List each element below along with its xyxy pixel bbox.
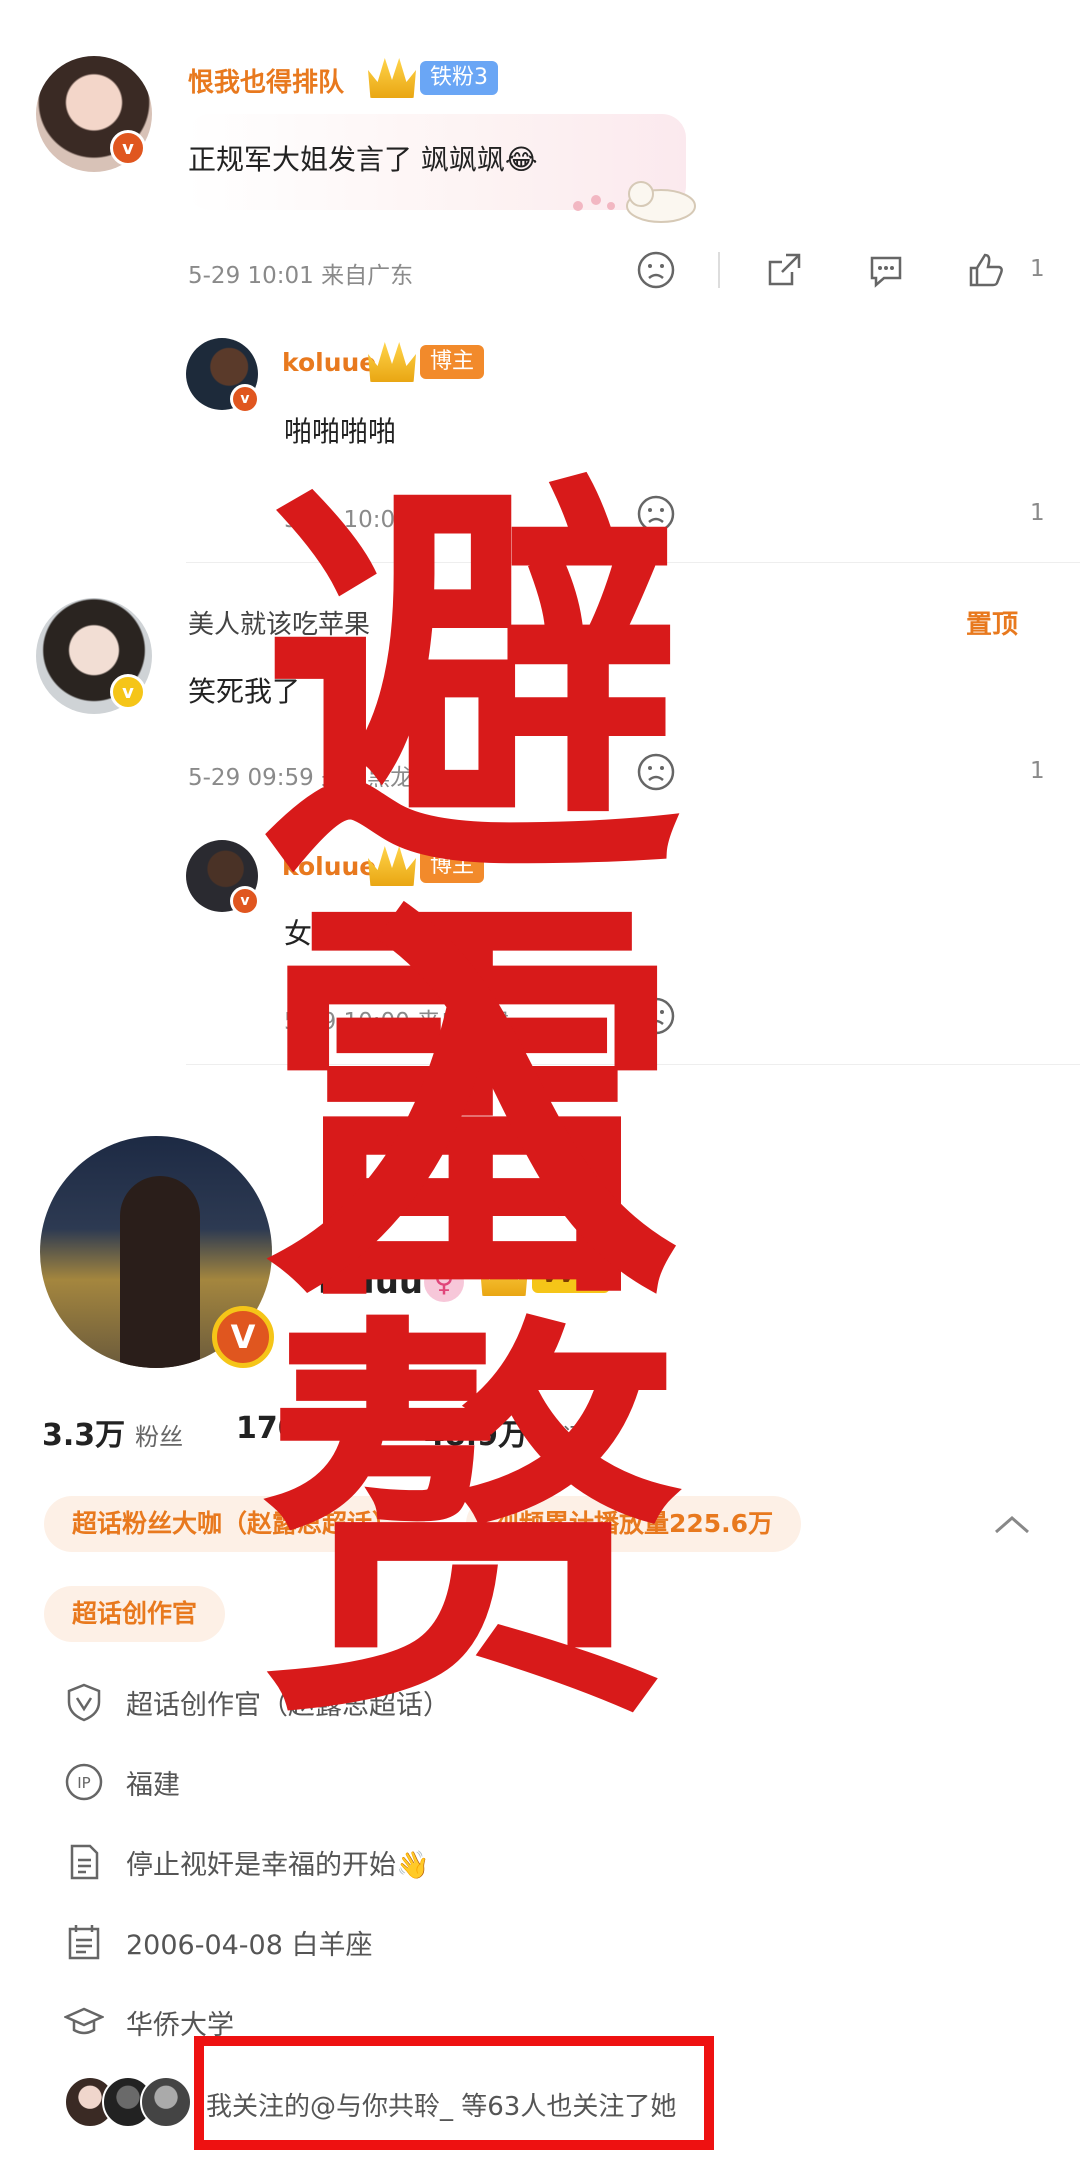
action-divider [718,252,720,288]
comment-meta: 5-29 10:01 来自广东 [188,263,414,289]
commenter-username[interactable]: 恨我也得排队 [188,62,344,99]
crown-icon [368,342,416,382]
stat-fans[interactable]: 3.3万 粉丝 [42,1410,183,1454]
info-row-ip: IP 福建 [64,1762,180,1802]
verified-badge-icon: v [110,674,146,710]
badge-pill-creator[interactable]: 超话创作官 [44,1586,226,1642]
stat-fans-num: 3.3万 [42,1418,126,1453]
ip-icon: IP [65,1763,103,1801]
verified-badge-icon: v [110,130,146,166]
overlay-text-marry-in: 入赘 [262,865,682,1774]
crown-icon [368,58,416,98]
mutual-follower-avatar [140,2076,192,2128]
verified-badge-icon: v [230,384,260,414]
info-ip-text: 福建 [126,1769,180,1801]
info-row-birthday: 2006-04-08 白羊座 [64,1922,373,1962]
comment-text: 正规军大姐发言了 飒飒飒😂 [188,143,538,176]
verified-badge-icon: v [230,886,260,916]
info-birthday-text: 2006-04-08 白羊座 [126,1929,373,1961]
shield-v-icon [67,1683,101,1722]
stat-fans-label: 粉丝 [135,1423,184,1451]
fan-level-badge: 铁粉3 [420,61,498,95]
info-row-bio: 停止视奸是幸福的开始👋 [64,1842,430,1882]
like-icon[interactable] [966,250,1006,290]
info-bio-text: 停止视奸是幸福的开始👋 [126,1849,430,1881]
reply-username[interactable]: koluue [282,348,376,377]
reply-text: 啪啪啪啪 [284,415,397,448]
cat-decoration-icon [573,181,696,223]
blogger-badge: 博主 [420,345,485,379]
crown-badge: 铁粉3 [368,58,498,98]
svg-text:IP: IP [77,1774,90,1792]
like-count: 1 [1030,256,1045,282]
profile-avatar-figure [120,1176,200,1368]
graduation-cap-icon [64,2007,104,2035]
crown-badge: 博主 [368,342,485,382]
comment-icon[interactable] [866,250,906,290]
dislike-face-icon[interactable] [636,250,676,290]
highlight-box [194,2036,714,2150]
calendar-icon [68,1925,100,1960]
document-icon [70,1844,99,1880]
share-icon[interactable] [764,250,804,290]
